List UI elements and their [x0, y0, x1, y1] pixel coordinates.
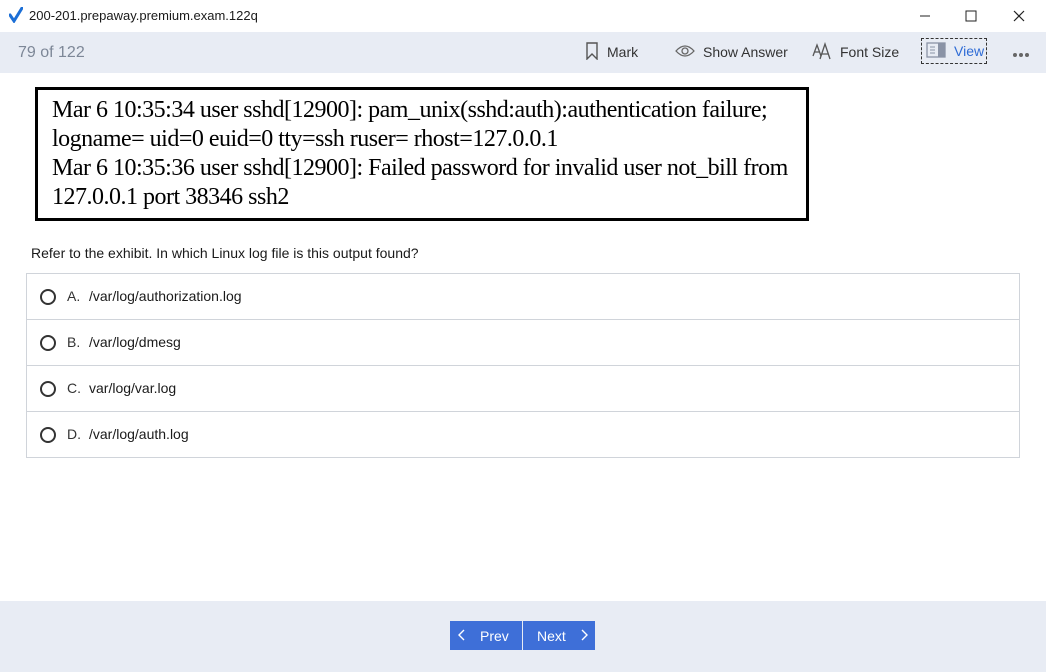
- radio-button[interactable]: [40, 381, 56, 397]
- exhibit-line: logname= uid=0 euid=0 tty=ssh ruser= rho…: [52, 126, 558, 152]
- close-button[interactable]: [996, 0, 1042, 32]
- prev-button[interactable]: Prev: [450, 621, 522, 650]
- radio-button[interactable]: [40, 427, 56, 443]
- footer-nav: Prev Next: [0, 601, 1046, 672]
- option-letter: A.: [67, 288, 81, 304]
- more-dots-icon: [1012, 45, 1038, 61]
- option-letter: D.: [67, 426, 81, 442]
- more-options-button[interactable]: [1012, 42, 1038, 64]
- exhibit-line: Mar 6 10:35:34 user sshd[12900]: pam_uni…: [52, 97, 768, 123]
- question-progress: 79 of 122: [18, 44, 85, 61]
- font-size-icon: [812, 41, 840, 63]
- mark-button[interactable]: Mark: [585, 41, 638, 63]
- show-answer-button[interactable]: Show Answer: [675, 41, 788, 63]
- view-layout-icon: [926, 41, 954, 61]
- exhibit-box: Mar 6 10:35:34 user sshd[12900]: pam_uni…: [35, 87, 809, 221]
- eye-icon: [675, 44, 703, 61]
- option-d[interactable]: D. /var/log/auth.log: [27, 412, 1019, 457]
- view-label: View: [954, 43, 985, 59]
- radio-button[interactable]: [40, 289, 56, 305]
- chevron-right-icon: [580, 628, 588, 644]
- minimize-button[interactable]: [902, 0, 948, 32]
- prev-label: Prev: [480, 627, 509, 644]
- view-button[interactable]: View: [921, 38, 987, 64]
- option-text: var/log/var.log: [89, 380, 177, 396]
- font-size-label: Font Size: [840, 44, 900, 60]
- next-label: Next: [537, 627, 566, 644]
- exhibit-line: Mar 6 10:35:36 user sshd[12900]: Failed …: [52, 155, 788, 181]
- bookmark-icon: [585, 41, 607, 63]
- show-answer-label: Show Answer: [703, 44, 788, 60]
- option-letter: C.: [67, 380, 81, 396]
- next-button[interactable]: Next: [523, 621, 595, 650]
- window-title: 200-201.prepaway.premium.exam.122q: [29, 8, 258, 23]
- option-b[interactable]: B. /var/log/dmesg: [27, 320, 1019, 366]
- chevron-left-icon: [458, 628, 466, 644]
- question-text: Refer to the exhibit. In which Linux log…: [31, 245, 419, 261]
- title-bar: 200-201.prepaway.premium.exam.122q: [0, 0, 1046, 32]
- checkmark-icon: [8, 6, 24, 24]
- exhibit-line: 127.0.0.1 port 38346 ssh2: [52, 184, 289, 210]
- maximize-button[interactable]: [948, 0, 994, 32]
- font-size-button[interactable]: Font Size: [812, 41, 899, 63]
- option-c[interactable]: C. var/log/var.log: [27, 366, 1019, 412]
- radio-button[interactable]: [40, 335, 56, 351]
- option-text: /var/log/dmesg: [89, 334, 181, 350]
- option-a[interactable]: A. /var/log/authorization.log: [27, 274, 1019, 320]
- option-letter: B.: [67, 334, 81, 350]
- question-area: Mar 6 10:35:34 user sshd[12900]: pam_uni…: [0, 73, 1046, 601]
- mark-label: Mark: [607, 44, 639, 60]
- answer-options: A. /var/log/authorization.log B. /var/lo…: [26, 273, 1020, 458]
- toolbar: 79 of 122 Mark Show Answer Font Size Vie…: [0, 32, 1046, 73]
- option-text: /var/log/auth.log: [89, 426, 189, 442]
- option-text: /var/log/authorization.log: [89, 288, 242, 304]
